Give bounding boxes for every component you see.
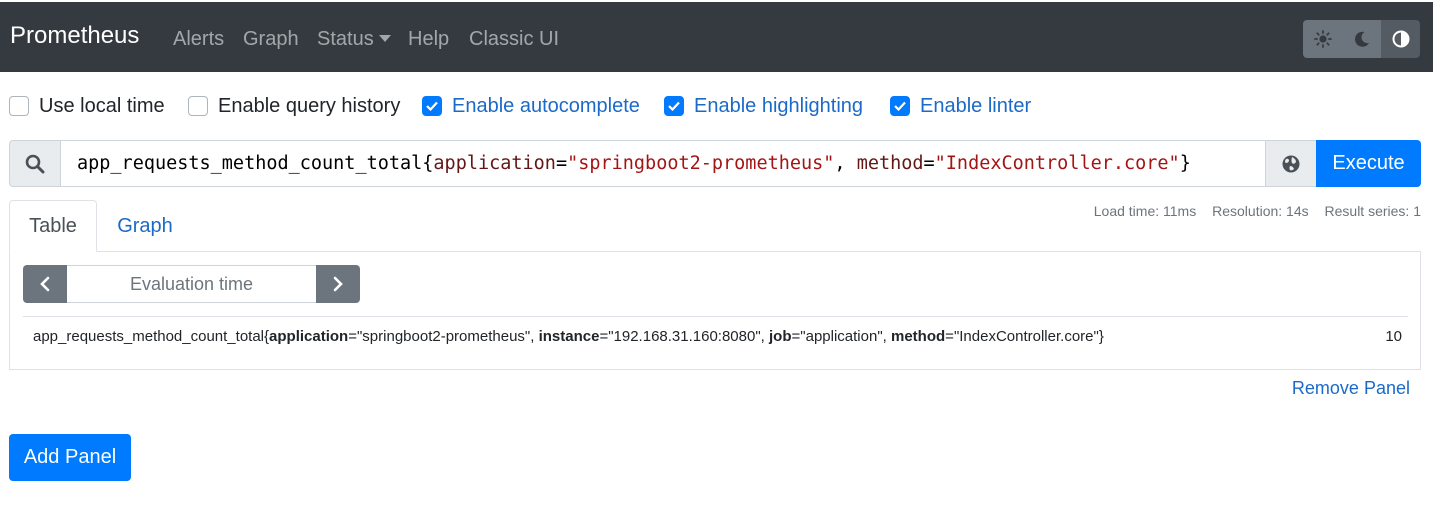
adjust-icon (1392, 30, 1409, 48)
nav-classic-ui[interactable]: Classic UI (469, 27, 559, 51)
option-enable-linter[interactable]: Enable linter (890, 93, 1031, 119)
tab-graph[interactable]: Graph (97, 200, 193, 252)
option-enable-query-history[interactable]: Enable query history (188, 93, 400, 119)
option-enable-autocomplete[interactable]: Enable autocomplete (422, 93, 640, 119)
theme-toggle-group (1303, 20, 1420, 58)
series-label-name: job (769, 327, 792, 345)
checkbox-checked[interactable] (422, 96, 442, 116)
load-time: Load time: 11ms (1093, 203, 1197, 219)
nav-graph[interactable]: Graph (243, 27, 299, 51)
search-addon (9, 140, 61, 187)
sun-icon (1313, 30, 1332, 48)
evaluation-time-input[interactable]: Evaluation time (67, 265, 316, 303)
search-icon (25, 154, 45, 173)
check-icon (426, 101, 438, 111)
brand-logo-text[interactable]: Prometheus (10, 21, 139, 51)
chevron-left-icon (40, 276, 50, 292)
chevron-right-icon (333, 276, 343, 292)
checkbox-checked[interactable] (664, 96, 684, 116)
light-theme-button[interactable] (1303, 20, 1342, 58)
resolution: Resolution: 14s (1212, 203, 1309, 219)
nav-alerts[interactable]: Alerts (173, 27, 224, 51)
series-label-name: instance (538, 327, 600, 345)
query-bar: app_requests_method_count_total{applicat… (9, 140, 1421, 187)
option-label: Enable autocomplete (452, 95, 640, 117)
option-label: Enable linter (920, 95, 1032, 117)
nav-help[interactable]: Help (408, 27, 449, 51)
series-value: 10 (1385, 327, 1402, 345)
query-label-value: "IndexController.core" (934, 153, 1180, 174)
nav-status-label: Status (317, 28, 374, 50)
nav-status-dropdown[interactable]: Status (317, 27, 391, 51)
metrics-explorer-button[interactable] (1265, 140, 1317, 187)
remove-panel-link[interactable]: Remove Panel (1292, 378, 1410, 399)
checkbox[interactable] (188, 96, 208, 116)
caret-down-icon (378, 34, 391, 42)
execute-button[interactable]: Execute (1316, 140, 1421, 187)
option-label: Enable highlighting (694, 95, 864, 117)
option-use-local-time[interactable]: Use local time (9, 93, 165, 119)
table-row: app_requests_method_count_total{applicat… (23, 317, 1408, 355)
series-label-value: "IndexController.core" (953, 327, 1099, 345)
browser-theme-button[interactable] (1381, 20, 1420, 58)
eval-time-previous-button[interactable] (23, 265, 67, 303)
tab-table[interactable]: Table (9, 200, 97, 252)
option-enable-highlighting[interactable]: Enable highlighting (664, 93, 863, 119)
evaluation-time-picker: Evaluation time (23, 265, 360, 303)
query-label-name: method (856, 153, 924, 174)
add-panel-button[interactable]: Add Panel (9, 434, 131, 481)
check-icon (894, 101, 906, 111)
series-label-name: application (269, 327, 349, 345)
moon-icon (1354, 31, 1369, 47)
series-label-value: "192.168.31.160:8080" (608, 327, 761, 345)
query-operator: = (555, 153, 568, 174)
checkbox[interactable] (9, 96, 29, 116)
option-label: Use local time (39, 95, 165, 117)
series-metric: app_requests_method_count_total (33, 327, 265, 345)
query-label-name: application (433, 153, 556, 174)
query-metric: app_requests_method_count_total (77, 153, 423, 174)
dark-theme-button[interactable] (1342, 20, 1381, 58)
query-label-value: "springboot2-prometheus" (567, 153, 835, 174)
globe-icon (1282, 155, 1300, 172)
series-label-value: "springboot2-prometheus" (356, 327, 531, 345)
query-stats: Load time: 11ms Resolution: 14s Result s… (1082, 203, 1421, 219)
query-operator: = (923, 153, 935, 174)
option-label: Enable query history (218, 95, 401, 117)
eval-time-next-button[interactable] (316, 265, 360, 303)
navbar: Prometheus Alerts Graph Status Help Clas… (0, 0, 1433, 72)
series-name: app_requests_method_count_total{applicat… (33, 327, 1104, 345)
series-label-name: method (891, 327, 946, 345)
series-label-value: "application" (800, 327, 883, 345)
check-icon (668, 101, 680, 111)
checkbox-checked[interactable] (890, 96, 910, 116)
result-series-count: Result series: 1 (1324, 203, 1421, 219)
expression-input[interactable]: app_requests_method_count_total{applicat… (60, 140, 1266, 187)
